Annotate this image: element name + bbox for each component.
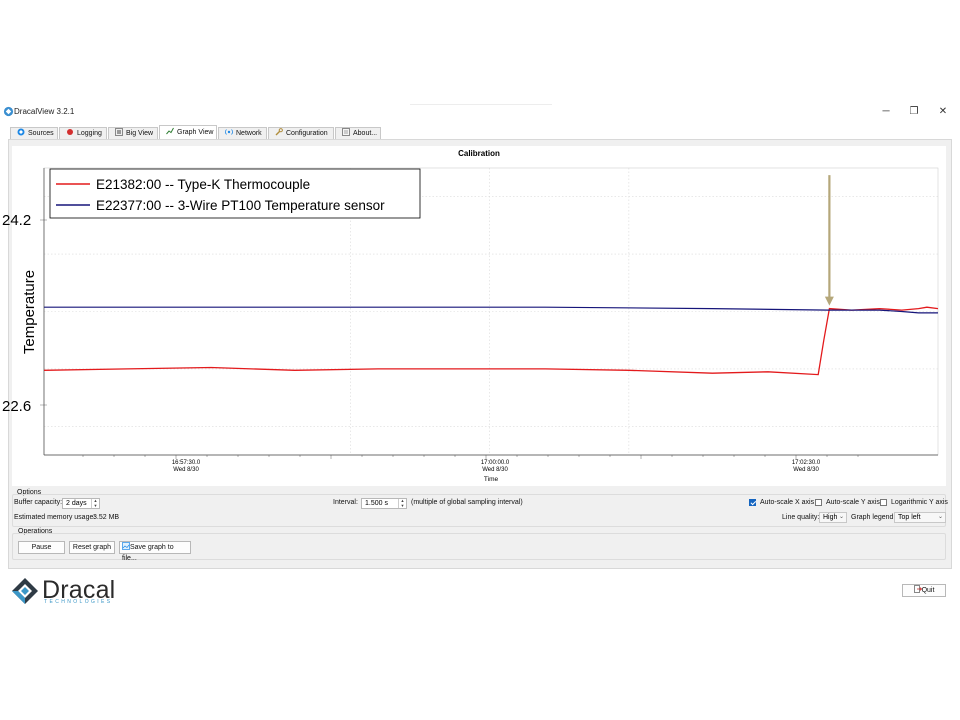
x-tick-time-label: 16:57:30.0 bbox=[172, 460, 201, 466]
log-y-checkbox[interactable] bbox=[880, 499, 887, 506]
tab-network[interactable]: Network bbox=[218, 127, 267, 139]
y-axis-label: Temperature bbox=[21, 270, 38, 354]
memory-usage-value: 3.52 MB bbox=[93, 514, 120, 521]
temperature-chart[interactable]: 16:57:30.0Wed 8/3017:00:00.0Wed 8/3017:0… bbox=[0, 140, 960, 490]
quit-button[interactable]: Quit bbox=[902, 584, 946, 597]
chevron-down-icon: ⌄ bbox=[838, 514, 844, 520]
close-button[interactable]: ✕ bbox=[935, 104, 951, 120]
tab-label: Logging bbox=[77, 130, 102, 137]
minimize-button[interactable]: ─ bbox=[878, 104, 894, 120]
quit-label: Quit bbox=[921, 587, 935, 594]
x-tick-date-label: Wed 8/30 bbox=[793, 467, 819, 473]
tab-label: Graph View bbox=[177, 129, 214, 136]
big-view-icon bbox=[115, 128, 123, 136]
reset-graph-button[interactable]: Reset graph bbox=[69, 541, 115, 554]
tab-label: Big View bbox=[126, 130, 154, 137]
window-title: DracalView 3.2.1 bbox=[14, 107, 75, 116]
memory-usage-label: Estimated memory usage: bbox=[14, 514, 96, 521]
buffer-capacity-value: 2 days bbox=[66, 500, 87, 507]
tab-about[interactable]: About... bbox=[335, 127, 381, 139]
tab-label: Network bbox=[236, 130, 262, 137]
y-tick-label: 24.2 bbox=[2, 212, 31, 229]
graph-legend-select[interactable]: Top left ⌄ bbox=[894, 512, 946, 523]
x-tick-time-label: 17:00:00.0 bbox=[481, 460, 510, 466]
about-icon bbox=[342, 128, 350, 136]
interval-label: Interval: bbox=[333, 499, 358, 506]
pause-button[interactable]: Pause bbox=[18, 541, 65, 554]
exit-icon bbox=[913, 585, 922, 593]
x-tick-date-label: Wed 8/30 bbox=[173, 467, 199, 473]
x-axis-label: Time bbox=[484, 476, 499, 483]
tab-logging[interactable]: Logging bbox=[59, 127, 107, 139]
log-y-label: Logarithmic Y axis bbox=[891, 499, 948, 506]
graph-icon bbox=[166, 127, 174, 135]
interval-value: 1.500 s bbox=[365, 500, 388, 507]
restore-button[interactable]: ❐ bbox=[906, 104, 922, 120]
interval-spinbox[interactable]: 1.500 s ▲ ▼ bbox=[361, 498, 407, 509]
line-quality-label: Line quality: bbox=[782, 514, 820, 521]
y-tick-label: 22.6 bbox=[2, 398, 31, 415]
autoscale-x-label: Auto-scale X axis bbox=[760, 499, 815, 506]
tab-label: About... bbox=[353, 130, 378, 137]
save-graph-button[interactable]: Save graph to file... bbox=[119, 541, 191, 562]
graph-legend-value: Top left bbox=[898, 514, 921, 521]
autoscale-y-checkbox[interactable] bbox=[815, 499, 822, 506]
buffer-capacity-spinbox[interactable]: 2 days ▲ ▼ bbox=[62, 498, 100, 509]
legend-label-thermocouple: E21382:00 -- Type-K Thermocouple bbox=[96, 177, 310, 192]
logo-subtext: TECHNOLOGIES bbox=[44, 599, 113, 605]
legend: E21382:00 -- Type-K Thermocouple E22377:… bbox=[49, 168, 421, 219]
tab-label: Configuration bbox=[286, 130, 328, 137]
tab-graph-view[interactable]: Graph View bbox=[159, 125, 217, 140]
interval-note: (multiple of global sampling interval) bbox=[411, 499, 523, 506]
autoscale-y-label: Auto-scale Y axis bbox=[826, 499, 880, 506]
tab-configuration[interactable]: Configuration bbox=[268, 127, 334, 139]
legend-label-pt100: E22377:00 -- 3-Wire PT100 Temperature se… bbox=[96, 198, 385, 213]
chevron-down-icon: ⌄ bbox=[937, 514, 943, 520]
wrench-icon bbox=[275, 128, 283, 136]
chart-title: Calibration bbox=[458, 149, 500, 158]
graph-legend-label: Graph legend: bbox=[851, 514, 896, 521]
spin-arrows-icon[interactable]: ▲ ▼ bbox=[398, 498, 406, 508]
save-image-icon bbox=[122, 542, 130, 550]
autoscale-x-checkbox[interactable] bbox=[749, 499, 756, 506]
record-icon bbox=[67, 129, 73, 135]
tab-label: Sources bbox=[28, 130, 54, 137]
line-quality-select[interactable]: High ⌄ bbox=[819, 512, 847, 523]
network-icon bbox=[225, 129, 233, 135]
buffer-capacity-label: Buffer capacity: bbox=[14, 499, 63, 506]
spin-arrows-icon[interactable]: ▲ ▼ bbox=[91, 498, 99, 508]
dracalview-app-icon bbox=[3, 106, 14, 117]
sources-icon bbox=[17, 128, 25, 136]
tab-big-view[interactable]: Big View bbox=[108, 127, 158, 139]
x-tick-date-label: Wed 8/30 bbox=[482, 467, 508, 473]
dracal-logo-icon bbox=[12, 578, 38, 604]
x-tick-time-label: 17:02:30.0 bbox=[792, 460, 821, 466]
line-quality-value: High bbox=[823, 514, 838, 521]
title-bar bbox=[0, 102, 960, 124]
tab-sources[interactable]: Sources bbox=[10, 127, 58, 139]
